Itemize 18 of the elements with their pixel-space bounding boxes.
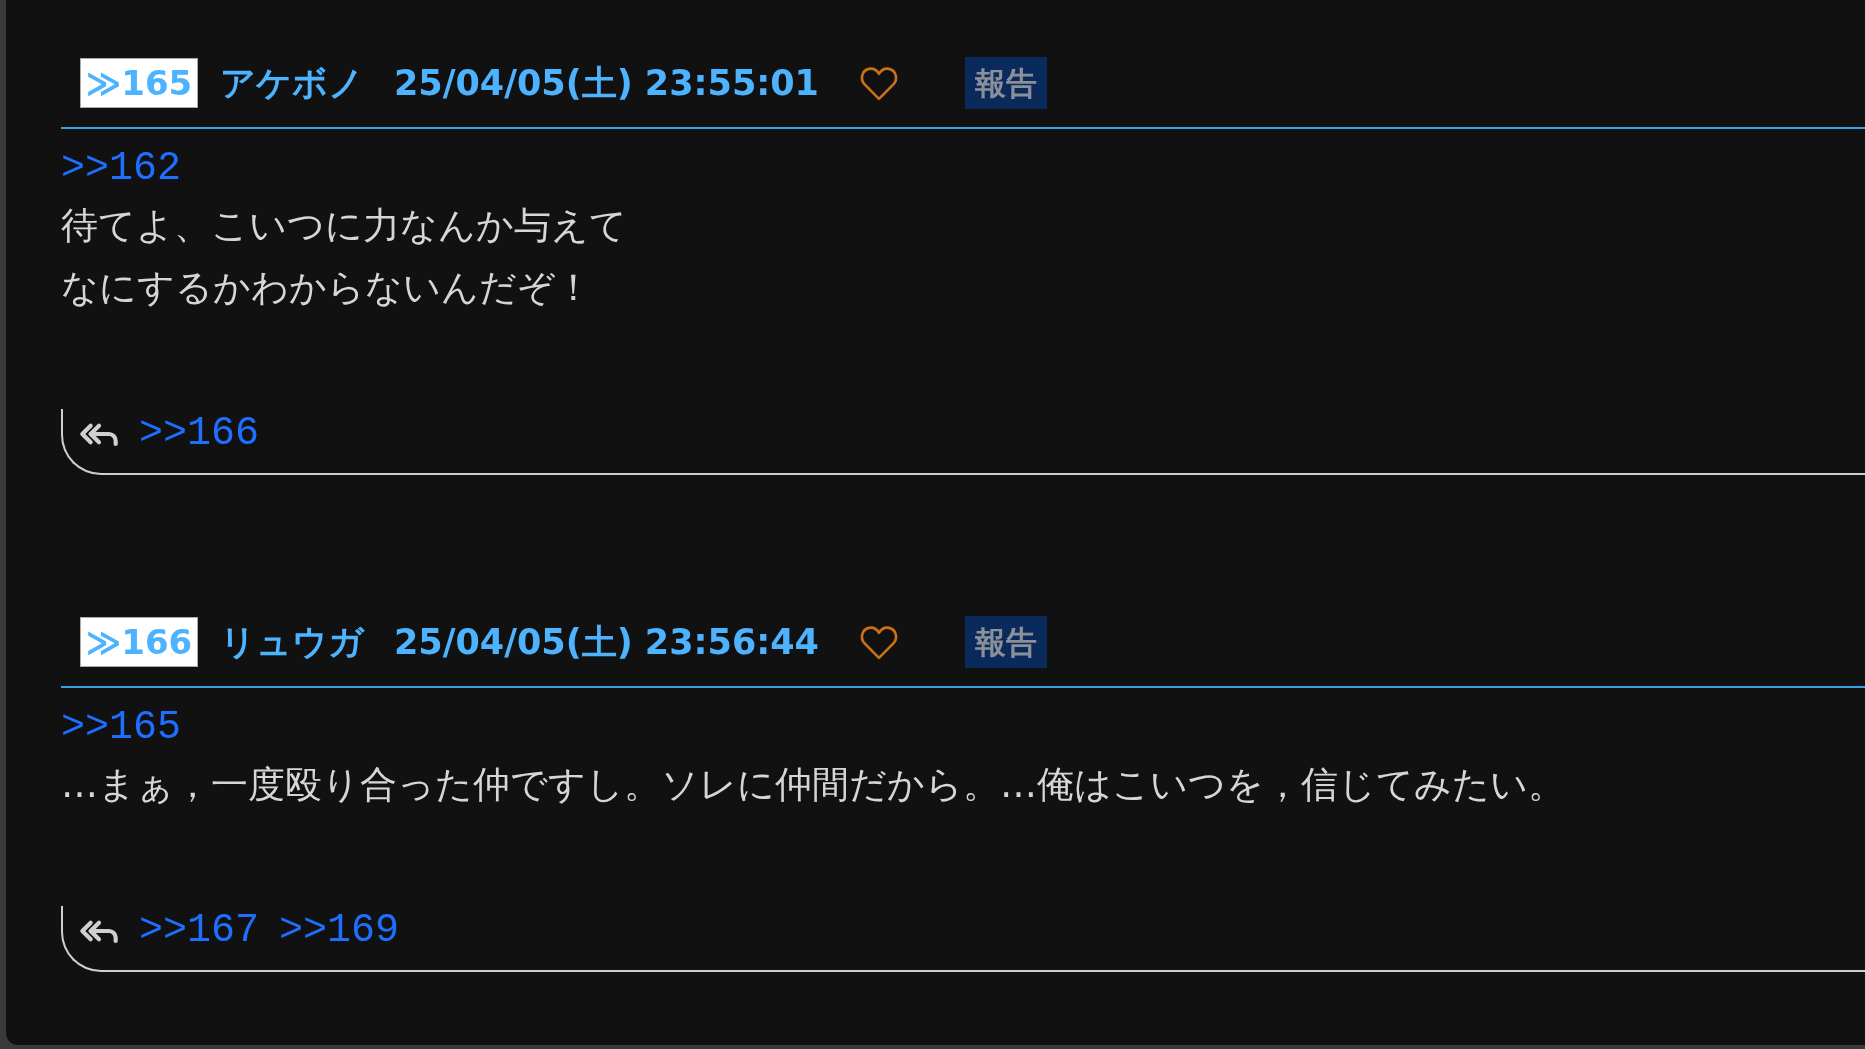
- report-button[interactable]: 報告: [965, 616, 1047, 668]
- author-name: アケボノ: [220, 61, 364, 105]
- heart-icon[interactable]: [859, 623, 899, 661]
- quote-link[interactable]: >>165: [61, 702, 182, 754]
- post-text: なにするかわからないんだぞ！: [61, 265, 592, 311]
- post-date: 25/04/05(土) 23:55:01: [394, 61, 819, 105]
- reply-link[interactable]: >>167: [139, 906, 260, 956]
- report-button[interactable]: 報告: [965, 57, 1047, 109]
- post-date: 25/04/05(土) 23:56:44: [394, 620, 819, 664]
- post-text: 待てよ、こいつに力なんか与えて: [61, 203, 627, 249]
- post-number-badge[interactable]: ≫166: [80, 617, 198, 667]
- reply-link[interactable]: >>166: [139, 409, 260, 459]
- post-number-badge[interactable]: ≫165: [80, 58, 198, 108]
- reply-link[interactable]: >>169: [279, 906, 400, 956]
- quote-link[interactable]: >>162: [61, 143, 182, 195]
- heart-icon[interactable]: [859, 64, 899, 102]
- author-name: リュウガ: [220, 620, 364, 664]
- post-text: …まぁ，一度殴り合った仲ですし。ソレに仲間だから。…俺はこいつを，信じてみたい。: [61, 762, 1565, 808]
